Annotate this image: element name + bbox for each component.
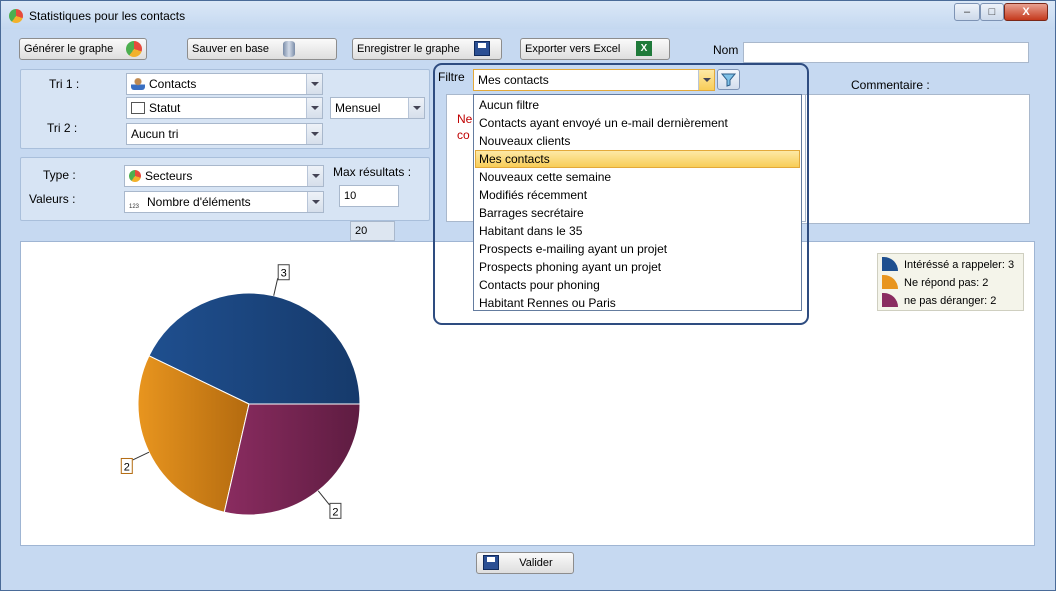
save-base-button[interactable]: Sauver en base <box>187 38 337 60</box>
pie-data-label: 2 <box>332 506 338 518</box>
legend-label: Intéréssé a rappeler: 3 <box>904 259 1015 271</box>
filter-option[interactable]: Mes contacts <box>475 150 800 168</box>
filter-option[interactable]: Aucun filtre <box>475 96 800 114</box>
field-icon <box>131 102 145 114</box>
filter-option[interactable]: Nouveaux cette semaine <box>475 168 800 186</box>
legend-label: ne pas déranger: 2 <box>904 295 997 307</box>
tri1-label: Tri 1 : <box>49 77 80 91</box>
numbers-icon: 123 <box>129 204 140 210</box>
contact-icon <box>131 78 145 90</box>
close-button[interactable]: X <box>1004 3 1048 21</box>
pie-chart-icon <box>126 41 142 57</box>
pie-data-label: 3 <box>281 268 287 280</box>
minimize-button[interactable]: – <box>954 3 980 21</box>
chevron-down-icon[interactable] <box>306 124 322 144</box>
type-label: Type : <box>43 168 76 182</box>
floppy-disk-icon <box>474 41 490 56</box>
filter-option[interactable]: Nouveaux clients <box>475 132 800 150</box>
values-label: Valeurs : <box>29 192 76 206</box>
filter-dropdown-list: Aucun filtre Contacts ayant envoyé un e-m… <box>473 94 802 311</box>
chart-legend: Intéréssé a rappeler: 3 Ne répond pas: 2… <box>877 253 1024 311</box>
database-icon <box>283 41 295 57</box>
period-value: Mensuel <box>335 101 381 115</box>
chevron-down-icon[interactable] <box>307 166 323 186</box>
stats-window: Statistiques pour les contacts – □ X Gén… <box>0 0 1056 591</box>
comment-label: Commentaire : <box>851 78 930 92</box>
chevron-down-icon[interactable] <box>306 98 322 118</box>
type-select[interactable]: Secteurs <box>124 165 324 187</box>
tri2-select[interactable]: Aucun tri <box>126 123 323 145</box>
export-excel-button[interactable]: Exporter vers Excel X <box>520 38 670 60</box>
name-label: Nom <box>713 43 739 57</box>
values-value: Nombre d'éléments <box>147 195 251 209</box>
period-select[interactable]: Mensuel <box>330 97 425 119</box>
save-graph-label: Enregistrer le graphe <box>357 43 460 55</box>
filter-option[interactable]: Prospects phoning ayant un projet <box>475 258 800 276</box>
legend-swatch <box>882 275 898 289</box>
window-title: Statistiques pour les contacts <box>29 9 186 23</box>
tri2-value: Aucun tri <box>131 127 179 141</box>
callout-leader <box>317 490 330 506</box>
legend-item-interested: Intéréssé a rappeler: 3 <box>882 256 1014 274</box>
tri1-select[interactable]: Contacts <box>126 73 323 95</box>
pie-chart-icon <box>129 170 141 182</box>
title-bar[interactable]: Statistiques pour les contacts – □ X <box>1 1 1055 29</box>
callout-leader <box>132 451 150 461</box>
pie-data-label: 2 <box>124 461 130 473</box>
comment-textarea[interactable] <box>801 94 1030 224</box>
legend-swatch <box>882 293 898 307</box>
maximize-button[interactable]: □ <box>980 3 1004 21</box>
filter-label: Filtre <box>438 70 465 84</box>
filter-select[interactable]: Mes contacts <box>473 69 715 91</box>
chevron-down-icon[interactable] <box>306 74 322 94</box>
callout-leader <box>273 278 279 296</box>
chevron-down-icon[interactable] <box>307 192 323 212</box>
validate-label: Valider <box>519 557 553 569</box>
legend-label: Ne répond pas: 2 <box>904 277 989 289</box>
save-base-label: Sauver en base <box>192 43 270 55</box>
funnel-icon <box>720 73 737 87</box>
filter-option[interactable]: Modifiés récemment <box>475 186 800 204</box>
validate-button[interactable]: Valider <box>476 552 574 574</box>
max-results-input[interactable]: 10 <box>339 185 399 207</box>
legend-item-do-not-disturb: ne pas déranger: 2 <box>882 292 996 310</box>
max-results-label: Max résultats : <box>333 165 412 179</box>
type-value: Secteurs <box>145 169 193 183</box>
app-icon <box>9 9 23 23</box>
tri1-sub-select[interactable]: Statut <box>126 97 323 119</box>
values-select[interactable]: 123 Nombre d'éléments <box>124 191 324 213</box>
tri1-sub-value: Statut <box>149 101 181 115</box>
chevron-down-icon[interactable] <box>408 98 424 118</box>
filter-option[interactable]: Barrages secrétaire <box>475 204 800 222</box>
filter-option[interactable]: Contacts ayant envoyé un e-mail dernière… <box>475 114 800 132</box>
legend-item-no-answer: Ne répond pas: 2 <box>882 274 988 292</box>
floppy-disk-icon <box>483 555 499 570</box>
filter-selected-value: Mes contacts <box>478 73 549 87</box>
excel-icon: X <box>636 41 652 56</box>
extra-value-field[interactable]: 20 <box>350 221 395 241</box>
legend-swatch <box>882 257 898 271</box>
generate-graph-button[interactable]: Générer le graphe <box>19 38 147 60</box>
chevron-down-icon[interactable] <box>698 70 714 90</box>
export-excel-label: Exporter vers Excel <box>525 43 621 55</box>
filter-option[interactable]: Contacts pour phoning <box>475 276 800 294</box>
name-input[interactable] <box>743 42 1029 63</box>
tri2-label: Tri 2 : <box>47 121 78 135</box>
filter-edit-button[interactable] <box>717 69 740 90</box>
generate-graph-label: Générer le graphe <box>24 43 114 55</box>
filter-option[interactable]: Habitant Rennes ou Paris <box>475 294 800 312</box>
save-graph-button[interactable]: Enregistrer le graphe <box>352 38 502 60</box>
filter-option[interactable]: Habitant dans le 35 <box>475 222 800 240</box>
tri1-value: Contacts <box>149 77 197 91</box>
filter-option[interactable]: Prospects e-mailing ayant un projet <box>475 240 800 258</box>
